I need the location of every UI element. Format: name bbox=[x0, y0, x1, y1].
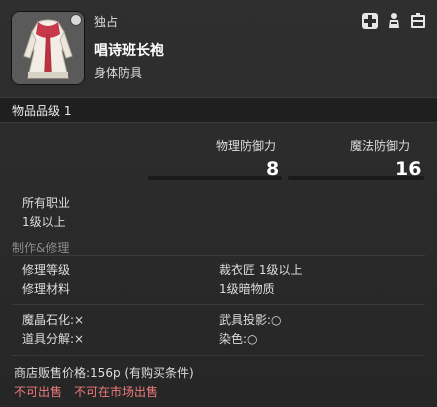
item-level: 物品品级 1 bbox=[12, 104, 72, 118]
shop-sell-price: 商店贩售价格:156p (有购买条件) bbox=[14, 366, 194, 380]
magic-defense-divider bbox=[288, 176, 424, 180]
repair-material-label: 修理材料 bbox=[22, 282, 71, 296]
section-divider bbox=[12, 355, 425, 356]
glamour-projection: 武具投影:○ bbox=[219, 313, 282, 327]
item-category: 身体防具 bbox=[94, 66, 143, 80]
magic-defense-label: 魔法防御力 bbox=[350, 139, 411, 153]
plus-cross-icon bbox=[362, 13, 378, 29]
item-name: 唱诗班长袍 bbox=[94, 43, 164, 59]
materia-melding: 魔晶石化:× bbox=[22, 313, 85, 327]
repair-material-value: 1级暗物质 bbox=[219, 282, 275, 296]
class-requirement: 所有职业 bbox=[22, 196, 71, 210]
item-status-dot bbox=[70, 14, 82, 26]
item-level-bar: 物品品级 1 bbox=[0, 97, 437, 123]
crafting-section-title: 制作&修理 bbox=[12, 241, 70, 255]
physical-defense-divider bbox=[148, 176, 282, 180]
repair-level-label: 修理等级 bbox=[22, 263, 71, 277]
market-prohibited-notice: 不可在市场出售 bbox=[74, 385, 159, 399]
dye: 染色:○ bbox=[219, 332, 258, 346]
physical-defense-label: 物理防御力 bbox=[216, 139, 277, 153]
repair-level-value: 裁衣匠 1级以上 bbox=[219, 263, 303, 277]
section-divider bbox=[12, 255, 425, 256]
section-divider bbox=[12, 304, 425, 305]
item-tooltip: 独占 唱诗班长袍 身体防具 物品品级 1 物理防御力 魔法防御力 8 16 所有… bbox=[0, 0, 437, 407]
header-icons bbox=[361, 12, 427, 30]
armoire-icon bbox=[411, 13, 425, 28]
untradeable-notice: 不可出售 bbox=[14, 385, 63, 399]
level-requirement: 1级以上 bbox=[22, 215, 66, 229]
desynthesis: 道具分解:× bbox=[22, 332, 85, 346]
unique-label: 独占 bbox=[94, 15, 119, 29]
glamour-dresser-icon bbox=[389, 13, 399, 28]
